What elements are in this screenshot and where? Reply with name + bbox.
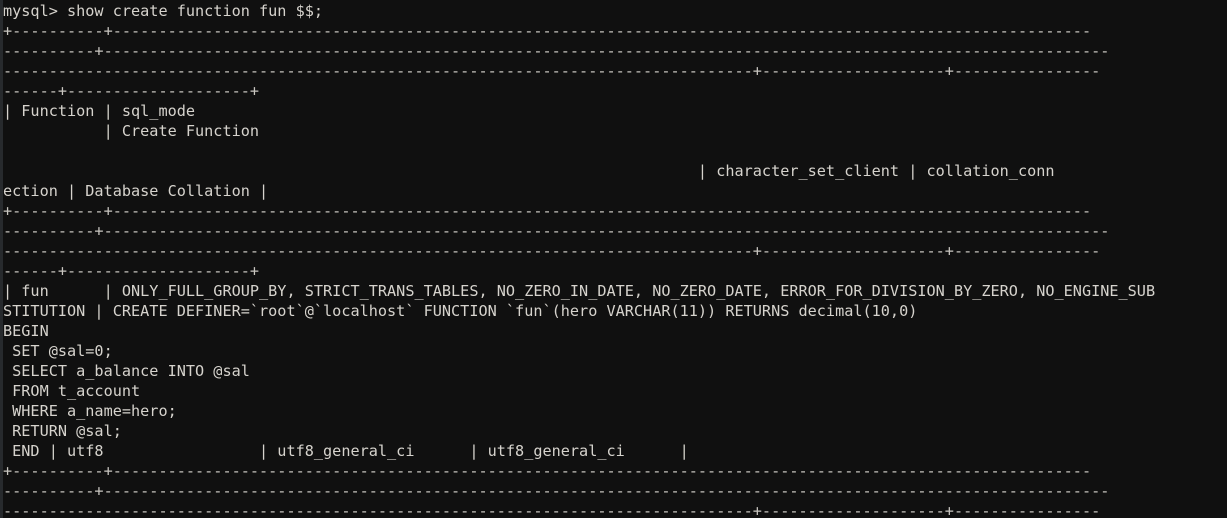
- terminal-line: | Create Function: [3, 122, 260, 140]
- terminal-line: END | utf8 | utf8_general_ci | utf8_gene…: [3, 442, 689, 460]
- table-separator-line: ----------+-----------------------------…: [3, 222, 1110, 240]
- table-separator-line: ----------------------------------------…: [3, 242, 1101, 260]
- terminal-line: ection | Database Collation |: [3, 182, 269, 200]
- table-separator-line: +----------+----------------------------…: [3, 22, 1092, 40]
- table-separator-line: +----------+----------------------------…: [3, 202, 1092, 220]
- terminal-line: | character_set_client | collation_conn: [3, 162, 1055, 180]
- terminal-line: SELECT a_balance INTO @sal: [3, 362, 250, 380]
- terminal-line: SET @sal=0;: [3, 342, 113, 360]
- terminal-line: RETURN @sal;: [3, 422, 122, 440]
- table-separator-line: ----------------------------------------…: [3, 62, 1101, 80]
- terminal-line: STITUTION | CREATE DEFINER=`root`@`local…: [3, 302, 918, 320]
- terminal-line: mysql> show create function fun $$;: [3, 2, 324, 20]
- table-separator-line: ------+--------------------+: [3, 262, 260, 280]
- table-separator-line: ----------------------------------------…: [3, 502, 1101, 518]
- terminal-screen[interactable]: mysql> show create function fun $$; +----…: [3, 0, 1227, 518]
- mysql-terminal-window[interactable]: mysql> show create function fun $$; +----…: [0, 0, 1227, 518]
- terminal-line: FROM t_account: [3, 382, 141, 400]
- table-separator-line: +----------+----------------------------…: [3, 462, 1092, 480]
- table-separator-line: ------+--------------------+: [3, 82, 260, 100]
- terminal-line: | fun | ONLY_FULL_GROUP_BY, STRICT_TRANS…: [3, 282, 1156, 300]
- terminal-line: | Function | sql_mode: [3, 102, 196, 120]
- table-separator-line: ----------+-----------------------------…: [3, 482, 1110, 500]
- terminal-line: WHERE a_name=hero;: [3, 402, 177, 420]
- table-separator-line: ----------+-----------------------------…: [3, 42, 1110, 60]
- terminal-line: BEGIN: [3, 322, 49, 340]
